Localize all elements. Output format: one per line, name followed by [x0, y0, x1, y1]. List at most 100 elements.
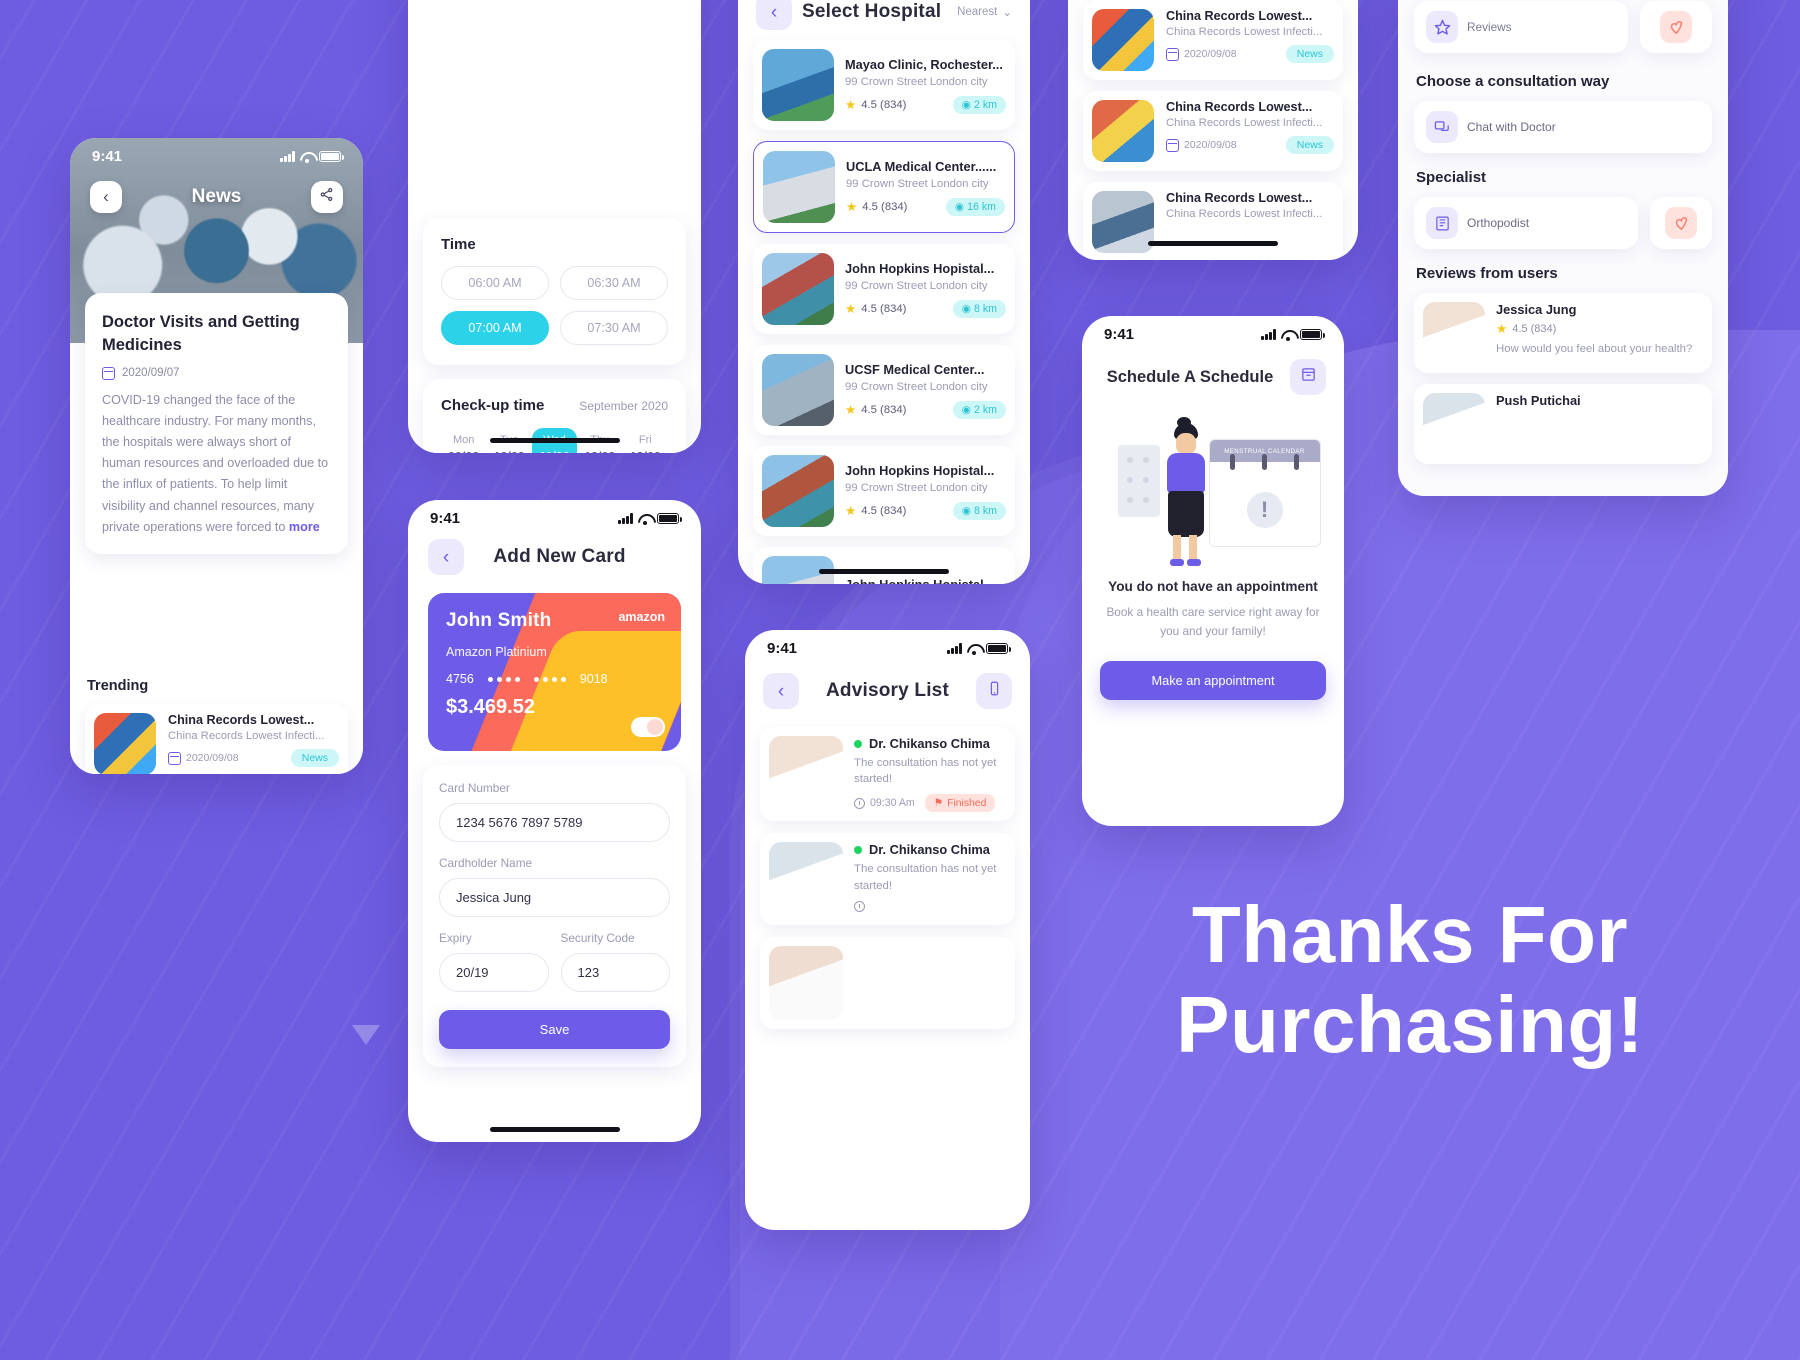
- back-button[interactable]: ‹: [756, 0, 792, 30]
- empty-state-illustration: MENSTRUAL CALENDAR !: [1106, 417, 1321, 566]
- advisory-time: 09:30 Am: [870, 797, 915, 810]
- list-item-date: 2020/09/08: [1184, 48, 1237, 60]
- device-button[interactable]: [976, 673, 1012, 709]
- consultation-heading: Choose a consultation way: [1416, 73, 1610, 90]
- chevron-left-icon: ‹: [442, 546, 450, 568]
- schedule-screen: 9:41 Schedule A Schedule MENSTRUAL CALEN…: [1082, 316, 1344, 826]
- advisory-time-group: [854, 900, 865, 912]
- specialist-options: Orthopodist: [1398, 186, 1728, 249]
- share-icon: [319, 187, 334, 207]
- doctor-actions: Reviews: [1398, 0, 1728, 69]
- avatar: [1423, 393, 1485, 455]
- hospital-list: Mayao Clinic, Rochester... 99 Crown Stre…: [738, 40, 1030, 584]
- hospital-item-selected[interactable]: UCLA Medical Center...... 99 Crown Stree…: [753, 141, 1015, 233]
- day-option[interactable]: Fri 13/09: [623, 428, 668, 453]
- card-toggle[interactable]: [631, 717, 665, 737]
- time-slot-selected[interactable]: 07:00 AM: [441, 311, 549, 345]
- review-item[interactable]: Push Putichai: [1414, 384, 1712, 464]
- list-item[interactable]: China Records Lowest... China Records Lo…: [1083, 91, 1343, 171]
- sort-label: Nearest: [957, 6, 998, 18]
- specialist-secondary[interactable]: [1650, 197, 1712, 249]
- distance-value: 8 km: [974, 504, 997, 517]
- advisory-item[interactable]: Dr. Chikanso Chima The consultation has …: [760, 833, 1015, 926]
- time-slot[interactable]: 07:30 AM: [560, 311, 668, 345]
- wifi-icon: [967, 643, 981, 655]
- avatar: [1423, 302, 1485, 364]
- illustration-person: [1158, 417, 1212, 566]
- back-button[interactable]: ‹: [90, 181, 122, 213]
- list-item[interactable]: China Records Lowest... China Records Lo…: [1083, 182, 1343, 260]
- security-code-label: Security Code: [560, 931, 635, 945]
- hospital-rating: 4.5 (834): [861, 504, 907, 517]
- status-bar: 9:41: [70, 138, 363, 167]
- time-slot[interactable]: 06:00 AM: [441, 266, 549, 300]
- hospital-item[interactable]: Mayao Clinic, Rochester... 99 Crown Stre…: [753, 40, 1015, 130]
- doctor-name: Dr. Chikanso Chima: [869, 736, 990, 751]
- list-item[interactable]: China Records Lowest... China Records Lo…: [1083, 0, 1343, 80]
- doctor-avatar: [769, 842, 843, 917]
- list-item-title: China Records Lowest...: [1166, 9, 1313, 23]
- page-title: Select Hospital: [802, 1, 942, 22]
- checkup-heading: Check-up time: [441, 397, 545, 414]
- distance-badge: ◉ 8 km: [952, 501, 1006, 520]
- card-number-input[interactable]: 1234 5676 7897 5789: [439, 803, 670, 842]
- reviewer-name: Jessica Jung: [1496, 302, 1577, 317]
- distance-value: 8 km: [974, 302, 997, 315]
- online-status-dot: [854, 739, 862, 748]
- chat-icon: [1426, 111, 1458, 143]
- list-item[interactable]: China Records Lowest... China Records Lo…: [85, 704, 348, 774]
- specialist-orthopodist[interactable]: Orthopodist: [1414, 197, 1638, 249]
- reviews-heading: Reviews from users: [1416, 265, 1558, 282]
- advisory-item[interactable]: Dr. Chikanso Chima The consultation has …: [760, 727, 1015, 822]
- list-item-date-group: 2020/09/08: [168, 751, 239, 765]
- card-number-masked: 4756 9018: [446, 672, 663, 686]
- hospital-item[interactable]: John Hopkins Hopistal... 99 Crown Street…: [753, 547, 1015, 584]
- sort-dropdown[interactable]: Nearest ⌄: [957, 5, 1012, 19]
- distance-value: 2 km: [974, 98, 997, 111]
- chat-with-doctor-option[interactable]: Chat with Doctor: [1414, 101, 1712, 153]
- phone-icon: [987, 681, 1002, 701]
- hospital-name: UCLA Medical Center......: [846, 158, 997, 174]
- save-button[interactable]: Save: [439, 1010, 670, 1049]
- time-slot[interactable]: 06:30 AM: [560, 266, 668, 300]
- hospital-image: [762, 253, 834, 325]
- reviews-button[interactable]: Reviews: [1414, 1, 1628, 53]
- article-date: 2020/09/07: [122, 367, 180, 380]
- masked-digits-icon: [533, 676, 566, 682]
- review-item[interactable]: Jessica Jung ★ 4.5 (834) How would you f…: [1414, 293, 1712, 373]
- share-button[interactable]: [310, 181, 343, 213]
- battery-icon: [1300, 329, 1325, 340]
- hospital-rating-group: ★ 4.5 (834): [845, 402, 906, 417]
- hospital-item[interactable]: John Hopkins Hopistal... 99 Crown Street…: [753, 446, 1015, 536]
- expiry-label: Expiry: [439, 931, 472, 945]
- hospital-item[interactable]: UCSF Medical Center... 99 Crown Street L…: [753, 345, 1015, 435]
- expiry-input[interactable]: 20/19: [439, 953, 549, 992]
- advisory-item[interactable]: [760, 937, 1015, 1030]
- hospital-item[interactable]: John Hopkins Hopistal... 99 Crown Street…: [753, 244, 1015, 334]
- list-item-title: China Records Lowest...: [168, 713, 315, 727]
- more-link[interactable]: more: [289, 520, 320, 534]
- day-date: 12/09: [584, 450, 615, 453]
- favorite-button[interactable]: [1640, 1, 1712, 53]
- make-appointment-button[interactable]: Make an appointment: [1100, 660, 1326, 700]
- day-option[interactable]: Mon 09/09: [441, 428, 486, 453]
- online-status-dot: [854, 845, 862, 854]
- hospital-rating: 4.5 (834): [861, 403, 907, 416]
- security-code-input[interactable]: 123: [560, 953, 670, 992]
- review-rating-group: ★ 4.5 (834): [1496, 321, 1692, 336]
- back-button[interactable]: ‹: [428, 539, 464, 575]
- calendar-icon: [168, 751, 181, 765]
- back-button[interactable]: ‹: [763, 673, 799, 709]
- chevron-down-icon: ⌄: [1002, 7, 1012, 19]
- cardholder-input[interactable]: Jessica Jung: [439, 878, 670, 917]
- home-indicator: [489, 1127, 620, 1132]
- calendar-button[interactable]: [1290, 359, 1326, 395]
- day-name: Mon: [452, 434, 475, 446]
- nav-bar: Schedule A Schedule: [1082, 345, 1344, 409]
- page-title: Advisory List: [826, 680, 949, 701]
- star-icon: [1426, 11, 1458, 43]
- advisory-message: The consultation has not yet started!: [854, 757, 997, 786]
- status-time: 9:41: [1104, 326, 1135, 343]
- distance-badge: ◉ 8 km: [952, 299, 1006, 318]
- chevron-left-icon: ‹: [777, 680, 785, 702]
